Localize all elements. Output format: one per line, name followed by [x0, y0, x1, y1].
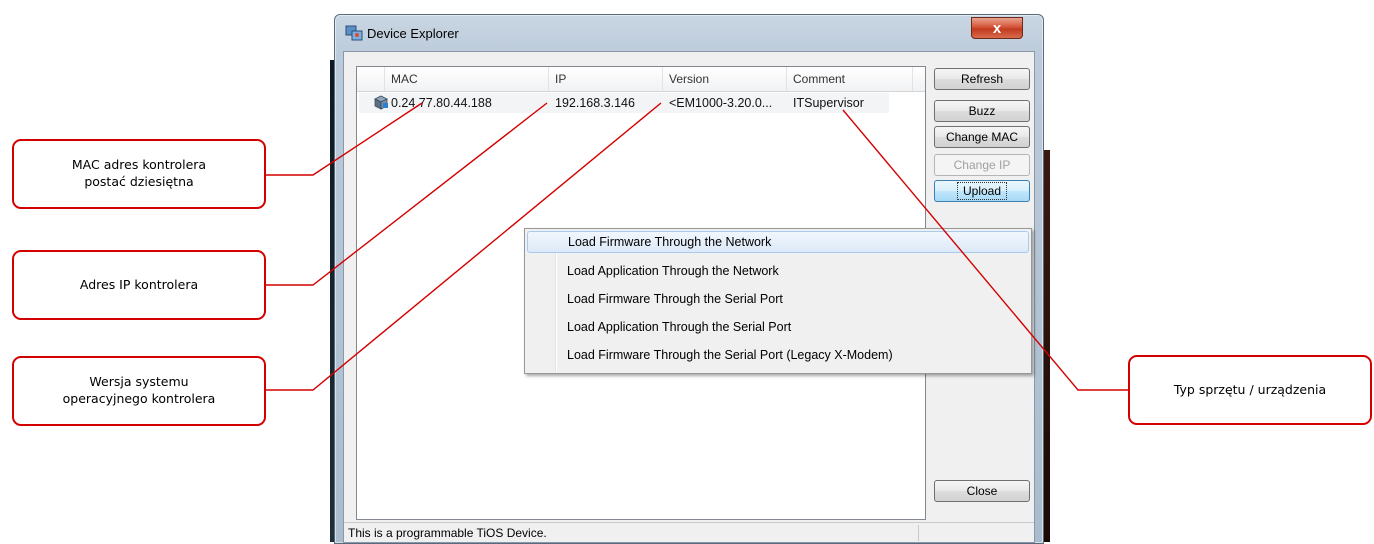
callout-device-type: Typ sprzętu / urządzenia [1128, 355, 1372, 425]
leader-line-mac [266, 102, 423, 176]
leader-line-version [266, 102, 662, 391]
leader-line-type [842, 109, 1128, 391]
leader-line-ip [266, 102, 548, 286]
callout-mac-address: MAC adres kontrolera postać dziesiętna [12, 139, 266, 209]
callout-ip-address: Adres IP kontrolera [12, 250, 266, 320]
callout-firmware-version: Wersja systemu operacyjnego kontrolera [12, 356, 266, 426]
